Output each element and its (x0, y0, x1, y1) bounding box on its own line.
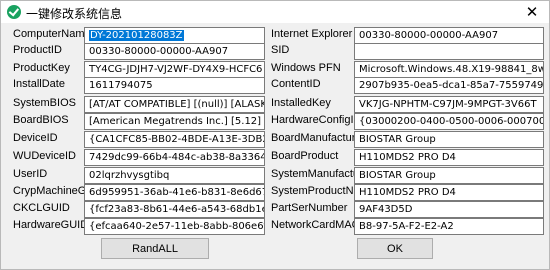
windows-pfn-value: Microsoft.Windows.48.X19-98841_8wekyb3d (359, 64, 543, 75)
contentid-value: 2907b935-0ea5-dca1-85a7-75597491a18b (359, 80, 544, 91)
label-internet-explorer-id: Internet Explorer ID (271, 28, 367, 40)
main-window: 一键修改系统信息 ✕ ComputerName DY-20210128083Z Pr… (0, 0, 550, 270)
hardwareconfigid-field[interactable]: {03000200-0400-0500-0006-000700080009 (354, 113, 544, 130)
app-check-icon (7, 5, 21, 19)
randall-button[interactable]: RandALL (101, 238, 209, 259)
label-networkcardmac: NetworkCardMAC (271, 219, 360, 231)
close-button[interactable]: ✕ (515, 1, 549, 23)
label-windows-pfn: Windows PFN (271, 62, 341, 74)
sid-field[interactable] (354, 43, 544, 60)
partsernumber-field[interactable]: 9AF43D5D (354, 201, 544, 218)
partsernumber-value: 9AF43D5D (359, 204, 413, 215)
title-bar[interactable]: 一键修改系统信息 ✕ (1, 1, 549, 23)
windows-pfn-field[interactable]: Microsoft.Windows.48.X19-98841_8wekyb3d (354, 61, 544, 78)
ckclguid-field[interactable]: {fcf23a83-8b61-44e6-a543-68db1ea9c76e} (84, 201, 265, 218)
productid-value: 00330-80000-00000-AA907 (89, 46, 229, 57)
installedkey-value: VK7JG-NPHTM-C97JM-9MPGT-3V66T (359, 99, 537, 110)
window-title: 一键修改系统信息 (26, 7, 123, 21)
systembios-field[interactable]: [AT/AT COMPATIBLE] [(null)] [ALASKA - 10… (84, 96, 265, 113)
productkey-field[interactable]: TY4CG-JDJH7-VJ2WF-DY4X9-HCFC6 (84, 61, 265, 78)
systemproductname-value: H110MDS2 PRO D4 (359, 187, 456, 198)
label-productid: ProductID (13, 44, 62, 56)
installedkey-field[interactable]: VK7JG-NPHTM-C97JM-9MPGT-3V66T (354, 96, 544, 113)
boardproduct-field[interactable]: H110MDS2 PRO D4 (354, 149, 544, 166)
label-productkey: ProductKey (13, 62, 70, 74)
installdate-field[interactable]: 1611794075 (84, 77, 265, 94)
boardbios-field[interactable]: [American Megatrends Inc.] [5.12] [10/26… (84, 113, 265, 130)
label-boardmanufacturer: BoardManufacturer (271, 132, 366, 144)
wudeviceid-field[interactable]: 7429dc99-66b4-484c-ab38-8a33648991b3 (84, 149, 265, 166)
userid-value: 02lqrzhvysgtibq (89, 170, 170, 181)
hardwareguid-field[interactable]: {efcaa640-2e57-11eb-8abb-806e6f6e6963} (84, 218, 265, 235)
installdate-value: 1611794075 (89, 80, 153, 91)
hardwareconfigid-value: {03000200-0400-0500-0006-000700080009 (359, 116, 543, 127)
computername-field[interactable]: DY-20210128083Z (84, 27, 265, 44)
crypmachineguid-value: 6d959951-36ab-41e6-b831-8e6d6746cb9e (89, 187, 264, 198)
label-installedkey: InstalledKey (271, 97, 331, 109)
label-sid: SID (271, 44, 290, 56)
systemmanufacturer-field[interactable]: BIOSTAR Group (354, 167, 544, 184)
label-contentid: ContentID (271, 78, 321, 90)
boardproduct-value: H110MDS2 PRO D4 (359, 152, 456, 163)
userid-field[interactable]: 02lqrzhvysgtibq (84, 167, 265, 184)
label-hardwareguid: HardwareGUID (13, 219, 89, 231)
boardmanufacturer-field[interactable]: BIOSTAR Group (354, 131, 544, 148)
deviceid-field[interactable]: {CA1CFC85-BB02-4BDE-A13E-3DB25ACB96EE (84, 131, 265, 148)
systemproductname-field[interactable]: H110MDS2 PRO D4 (354, 184, 544, 201)
networkcardmac-value: B8-97-5A-F2-E2-A2 (359, 221, 454, 232)
ok-button[interactable]: OK (357, 238, 433, 259)
internet-explorer-id-field[interactable]: 00330-80000-00000-AA907 (354, 27, 544, 44)
computername-value: DY-20210128083Z (89, 30, 184, 41)
label-hardwareconfigid: HardwareConfigID (271, 114, 362, 126)
hardwareguid-value: {efcaa640-2e57-11eb-8abb-806e6f6e6963} (89, 221, 264, 232)
boardbios-value: [American Megatrends Inc.] [5.12] [10/26… (89, 116, 264, 127)
systemmanufacturer-value: BIOSTAR Group (359, 170, 436, 181)
productid-field[interactable]: 00330-80000-00000-AA907 (84, 43, 265, 60)
wudeviceid-value: 7429dc99-66b4-484c-ab38-8a33648991b3 (89, 152, 264, 163)
label-boardbios: BoardBIOS (13, 114, 69, 126)
label-ckclguid: CKCLGUID (13, 202, 70, 214)
networkcardmac-field[interactable]: B8-97-5A-F2-E2-A2 (354, 218, 544, 235)
label-boardproduct: BoardProduct (271, 150, 339, 162)
label-installdate: InstallDate (13, 78, 65, 90)
label-systembios: SystemBIOS (13, 97, 76, 109)
label-deviceid: DeviceID (13, 132, 58, 144)
boardmanufacturer-value: BIOSTAR Group (359, 134, 436, 145)
label-partsernumber: PartSerNumber (271, 202, 348, 214)
ckclguid-value: {fcf23a83-8b61-44e6-a543-68db1ea9c76e} (89, 204, 264, 215)
label-wudeviceid: WUDeviceID (13, 150, 76, 162)
crypmachineguid-field[interactable]: 6d959951-36ab-41e6-b831-8e6d6746cb9e (84, 184, 265, 201)
label-computername: ComputerName (13, 28, 91, 40)
systembios-value: [AT/AT COMPATIBLE] [(null)] [ALASKA - 10… (89, 99, 264, 110)
internet-explorer-id-value: 00330-80000-00000-AA907 (359, 30, 499, 41)
label-userid: UserID (13, 168, 48, 180)
deviceid-value: {CA1CFC85-BB02-4BDE-A13E-3DB25ACB96EE (89, 134, 264, 145)
productkey-value: TY4CG-JDJH7-VJ2WF-DY4X9-HCFC6 (89, 64, 263, 75)
contentid-field[interactable]: 2907b935-0ea5-dca1-85a7-75597491a18b (354, 77, 544, 94)
